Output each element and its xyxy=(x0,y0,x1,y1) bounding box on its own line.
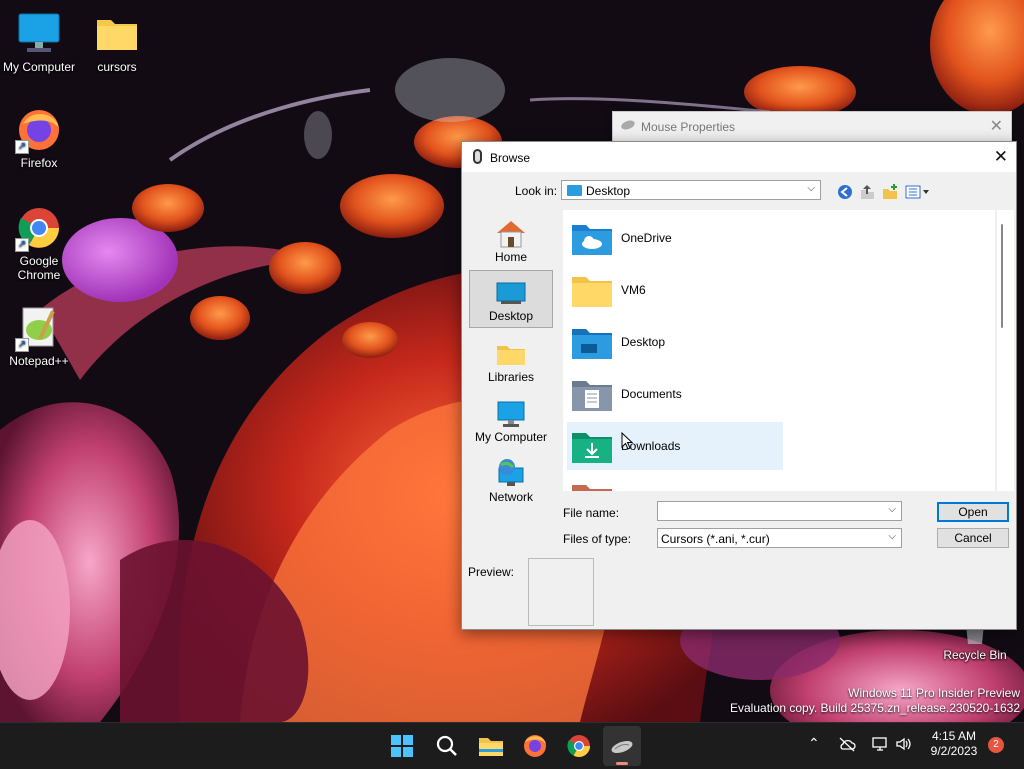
dialog-title: Browse xyxy=(490,151,531,165)
file-name: Desktop xyxy=(621,335,666,349)
list-item-vm6[interactable]: VM6 xyxy=(567,266,783,314)
dialog-titlebar[interactable]: Browse ✕ xyxy=(462,142,1016,172)
mouse-icon xyxy=(620,118,636,132)
desktop-folder-icon xyxy=(571,326,613,360)
place-desktop[interactable]: Desktop xyxy=(469,270,553,328)
folder-icon xyxy=(93,10,141,58)
file-explorer-icon[interactable] xyxy=(476,731,506,761)
chevron-down-icon[interactable]: ⌵ xyxy=(888,504,896,515)
back-icon[interactable] xyxy=(836,183,854,201)
list-item-partial[interactable] xyxy=(567,474,783,491)
desktop-icon-label: Notepad++ xyxy=(9,354,69,368)
browse-dialog[interactable]: Browse ✕ Look in: Desktop ⌵ Home Desktop xyxy=(461,141,1017,630)
desktop-icon-label: cursors xyxy=(97,60,137,74)
desktop-icon-firefox[interactable]: ↗ Firefox xyxy=(0,106,79,170)
music-folder-icon xyxy=(571,482,613,491)
place-libraries[interactable]: Libraries xyxy=(469,332,553,390)
look-in-value: Desktop xyxy=(586,184,631,198)
list-item-desktop[interactable]: Desktop xyxy=(567,318,783,366)
clock-date: 9/2/2023 xyxy=(930,744,978,758)
documents-folder-icon xyxy=(571,378,613,412)
mouse-properties-taskbar-icon[interactable] xyxy=(607,731,637,761)
shortcut-arrow-icon: ↗ xyxy=(15,338,29,352)
libraries-icon xyxy=(495,338,527,368)
desktop-icon-google-chrome[interactable]: ↗ Google Chrome xyxy=(0,204,79,282)
close-button[interactable]: ✕ xyxy=(994,147,1008,167)
network-icon[interactable] xyxy=(871,736,889,755)
chrome-icon[interactable] xyxy=(564,731,594,761)
cloud-offline-icon[interactable] xyxy=(838,736,856,755)
file-name: VM6 xyxy=(621,283,646,297)
open-button[interactable]: Open xyxy=(937,502,1009,522)
scrollbar-thumb[interactable] xyxy=(1001,224,1003,328)
place-network[interactable]: Network xyxy=(469,452,553,510)
firefox-icon: ↗ xyxy=(15,106,63,154)
volume-icon[interactable] xyxy=(895,736,913,755)
desktop-icon-notepad-plus-plus[interactable]: ↗ Notepad++ xyxy=(0,304,79,368)
shortcut-arrow-icon: ↗ xyxy=(15,238,29,252)
watermark-line-1: Windows 11 Pro Insider Preview xyxy=(848,686,1020,700)
place-my-computer[interactable]: My Computer xyxy=(469,392,553,450)
desktop-icon xyxy=(495,277,527,307)
taskbar-clock[interactable]: 4:15 AM 9/2/2023 xyxy=(922,729,986,759)
desktop-icon-label: Firefox xyxy=(20,156,58,170)
window-title: Mouse Properties xyxy=(641,120,736,134)
place-label: Home xyxy=(494,250,527,264)
mouse-icon xyxy=(473,149,482,164)
network-globe-icon xyxy=(495,458,527,488)
chevron-down-icon: ⌵ xyxy=(888,531,896,542)
running-indicator xyxy=(616,762,628,765)
clock-time: 4:15 AM xyxy=(931,729,977,743)
desktop-icon-my-computer[interactable]: My Computer xyxy=(0,10,79,74)
close-button[interactable]: ✕ xyxy=(990,116,1003,136)
preview-label: Preview: xyxy=(468,565,515,579)
look-in-dropdown[interactable]: Desktop ⌵ xyxy=(561,180,821,200)
preview-pane xyxy=(528,558,594,626)
list-item-downloads[interactable]: Downloads xyxy=(567,422,783,470)
watermark-line-2: Evaluation copy. Build 25375.zn_release.… xyxy=(730,701,1020,715)
shortcut-arrow-icon: ↗ xyxy=(15,140,29,154)
monitor-icon xyxy=(15,10,63,58)
file-name: Documents xyxy=(621,387,682,401)
new-folder-icon[interactable] xyxy=(881,183,899,201)
desktop-icon-label: Recycle Bin xyxy=(943,648,1007,662)
notification-badge[interactable]: 2 xyxy=(988,737,1004,753)
downloads-folder-icon xyxy=(571,430,613,464)
view-menu-icon[interactable] xyxy=(905,183,931,201)
monitor-icon xyxy=(495,398,527,428)
place-label: Desktop xyxy=(488,309,534,323)
mouse-cursor-icon xyxy=(621,431,634,453)
place-label: Libraries xyxy=(487,370,535,384)
file-name-input[interactable]: ⌵ xyxy=(657,501,902,521)
chrome-icon: ↗ xyxy=(15,204,63,252)
files-of-type-dropdown[interactable]: Cursors (*.ani, *.cur) ⌵ xyxy=(657,528,902,548)
start-button[interactable] xyxy=(387,731,417,761)
folder-icon xyxy=(571,274,613,308)
home-icon xyxy=(495,218,527,248)
taskbar: ⌃ 4:15 AM 9/2/2023 2 xyxy=(0,722,1024,769)
files-of-type-label: Files of type: xyxy=(563,532,632,546)
file-name: OneDrive xyxy=(621,231,672,245)
up-folder-icon[interactable] xyxy=(858,183,876,201)
list-item-onedrive[interactable]: OneDrive xyxy=(567,214,783,262)
look-in-label: Look in: xyxy=(515,184,558,198)
desktop-icon-label: My Computer xyxy=(2,60,76,74)
chevron-down-icon: ⌵ xyxy=(807,183,815,194)
place-label: My Computer xyxy=(474,430,548,444)
onedrive-folder-icon xyxy=(571,222,613,256)
files-of-type-value: Cursors (*.ani, *.cur) xyxy=(661,532,770,546)
file-list-scrollbar[interactable] xyxy=(997,210,1014,491)
chevron-up-icon[interactable]: ⌃ xyxy=(808,735,820,752)
desktop-icon-cursors[interactable]: cursors xyxy=(77,10,157,74)
place-label: Network xyxy=(488,490,533,504)
search-icon[interactable] xyxy=(432,731,462,761)
list-item-documents[interactable]: Documents xyxy=(567,370,783,418)
file-name-label: File name: xyxy=(563,506,620,520)
desktop-icon-label: Google Chrome xyxy=(17,254,61,282)
firefox-icon[interactable] xyxy=(520,731,550,761)
cancel-button[interactable]: Cancel xyxy=(937,528,1009,548)
notepad-plus-plus-icon: ↗ xyxy=(15,304,63,352)
desktop-folder-icon xyxy=(567,185,582,196)
place-home[interactable]: Home xyxy=(469,212,553,270)
